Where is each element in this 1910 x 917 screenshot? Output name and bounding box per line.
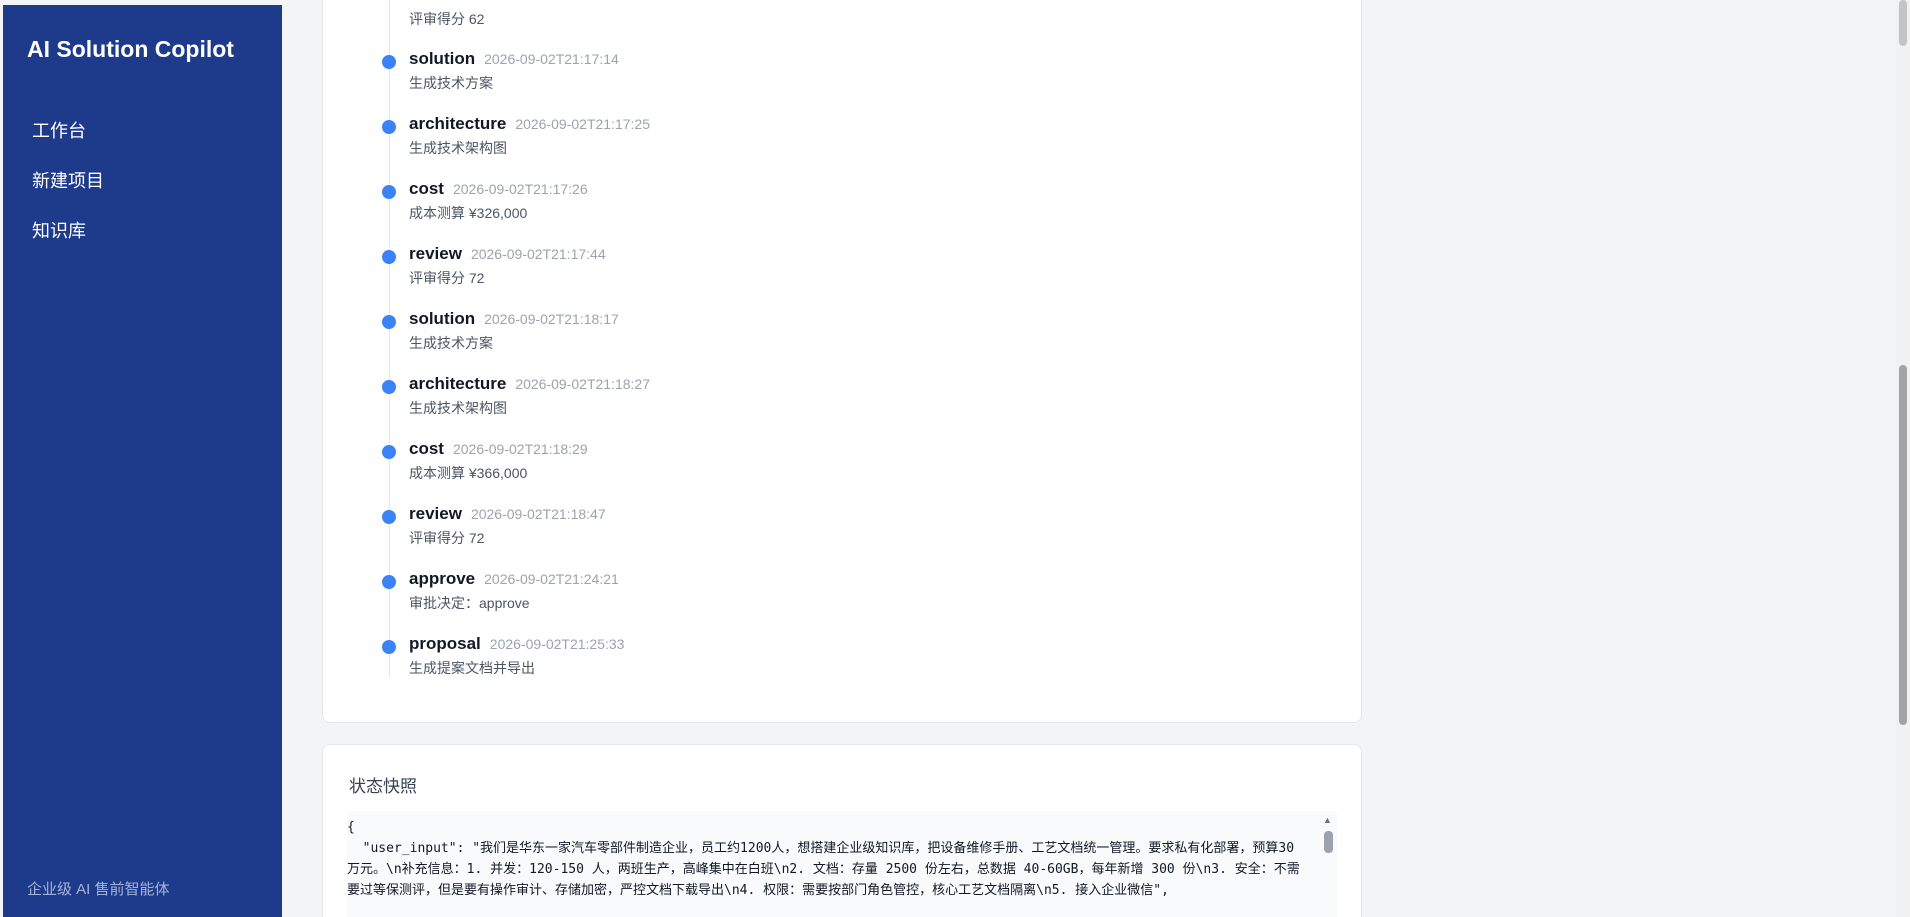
timeline-item-name: architecture: [409, 114, 507, 133]
timeline-dot: [382, 380, 396, 394]
timeline-item-desc: 审批决定：approve: [409, 595, 530, 611]
sidebar-nav: 工作台 新建项目 知识库: [3, 116, 282, 266]
timeline-item-time: 2026-09-02T21:25:33: [489, 636, 625, 652]
timeline-card: 评审得分 62 solution 2026-09-02T21:17:14 生成技术…: [322, 0, 1362, 723]
main-content[interactable]: 评审得分 62 solution 2026-09-02T21:17:14 生成技术…: [282, 0, 1900, 917]
timeline-item-desc: 评审得分 62: [409, 11, 485, 27]
timeline-item-name: review: [409, 504, 462, 523]
timeline-dot: [382, 250, 396, 264]
timeline-item-name: proposal: [409, 634, 481, 653]
code-scrollbar-thumb[interactable]: [1324, 831, 1333, 853]
timeline-dot: [382, 575, 396, 589]
app-window: AI Solution Copilot 工作台 新建项目 知识库 企业级 AI …: [0, 0, 1910, 917]
timeline-item-time: 2026-09-02T21:24:21: [484, 571, 619, 587]
code-scrollbar[interactable]: ▲: [1321, 811, 1335, 917]
timeline-item-name: solution: [409, 309, 476, 328]
sidebar-item-new-project[interactable]: 新建项目: [3, 166, 282, 216]
timeline-dot: [382, 120, 396, 134]
sidebar: AI Solution Copilot 工作台 新建项目 知识库 企业级 AI …: [3, 5, 282, 917]
timeline-item-name: review: [409, 244, 462, 263]
timeline-item-time: 2026-09-02T21:17:44: [470, 246, 606, 262]
timeline-item-desc: 评审得分 72: [409, 530, 485, 546]
timeline-item-name: cost: [409, 179, 444, 198]
timeline-item-desc: 生成技术架构图: [409, 140, 507, 156]
timeline-item-time: 2026-09-02T21:18:17: [484, 311, 619, 327]
timeline-item-time: 2026-09-02T21:17:14: [484, 51, 619, 67]
timeline-dot: [382, 445, 396, 459]
timeline-item-desc: 成本测算 ¥326,000: [409, 205, 528, 221]
timeline-item-desc: 成本测算 ¥366,000: [409, 465, 528, 481]
timeline-item-time: 2026-09-02T21:18:29: [452, 441, 588, 457]
timeline-item-time: 2026-09-02T21:17:25: [515, 116, 650, 132]
timeline-item-time: 2026-09-02T21:17:26: [452, 181, 588, 197]
timeline-item-desc: 生成技术方案: [409, 75, 493, 91]
snapshot-title: 状态快照: [349, 777, 417, 796]
timeline-item-desc: 生成提案文档并导出: [409, 660, 535, 676]
state-snapshot-card: 状态快照 { "user_input": "我们是华东一家汽车零部件制造企业，员…: [322, 744, 1362, 917]
timeline-item-desc: 生成技术方案: [409, 335, 493, 351]
timeline-dot: [382, 315, 396, 329]
timeline-item-name: solution: [409, 49, 476, 68]
timeline-dot: [382, 640, 396, 654]
page-scrollbar-top-track[interactable]: [1899, 0, 1907, 46]
snapshot-json-text: { "user_input": "我们是华东一家汽车零部件制造企业，员工约120…: [347, 820, 1300, 898]
sidebar-footer: 企业级 AI 售前智能体: [27, 881, 170, 898]
timeline-item-time: 2026-09-02T21:18:47: [470, 506, 606, 522]
timeline-item-desc: 生成技术架构图: [409, 400, 507, 416]
snapshot-code-box[interactable]: { "user_input": "我们是华东一家汽车零部件制造企业，员工约120…: [347, 811, 1337, 917]
timeline-item-desc: 评审得分 72: [409, 270, 485, 286]
brand-title: AI Solution Copilot: [27, 36, 234, 62]
timeline-item-name: approve: [409, 569, 476, 588]
page-scrollbar[interactable]: [1896, 0, 1910, 917]
timeline-item-name: architecture: [409, 374, 507, 393]
sidebar-item-workbench[interactable]: 工作台: [3, 116, 282, 166]
sidebar-item-knowledge-base[interactable]: 知识库: [3, 216, 282, 266]
scroll-up-arrow-icon[interactable]: ▲: [1323, 815, 1332, 825]
timeline-dot: [382, 185, 396, 199]
timeline-item-name: cost: [409, 439, 444, 458]
timeline-dot: [382, 510, 396, 524]
timeline-dot: [382, 55, 396, 69]
timeline-item-time: 2026-09-02T21:18:27: [515, 376, 650, 392]
page-scrollbar-thumb[interactable]: [1899, 365, 1907, 725]
